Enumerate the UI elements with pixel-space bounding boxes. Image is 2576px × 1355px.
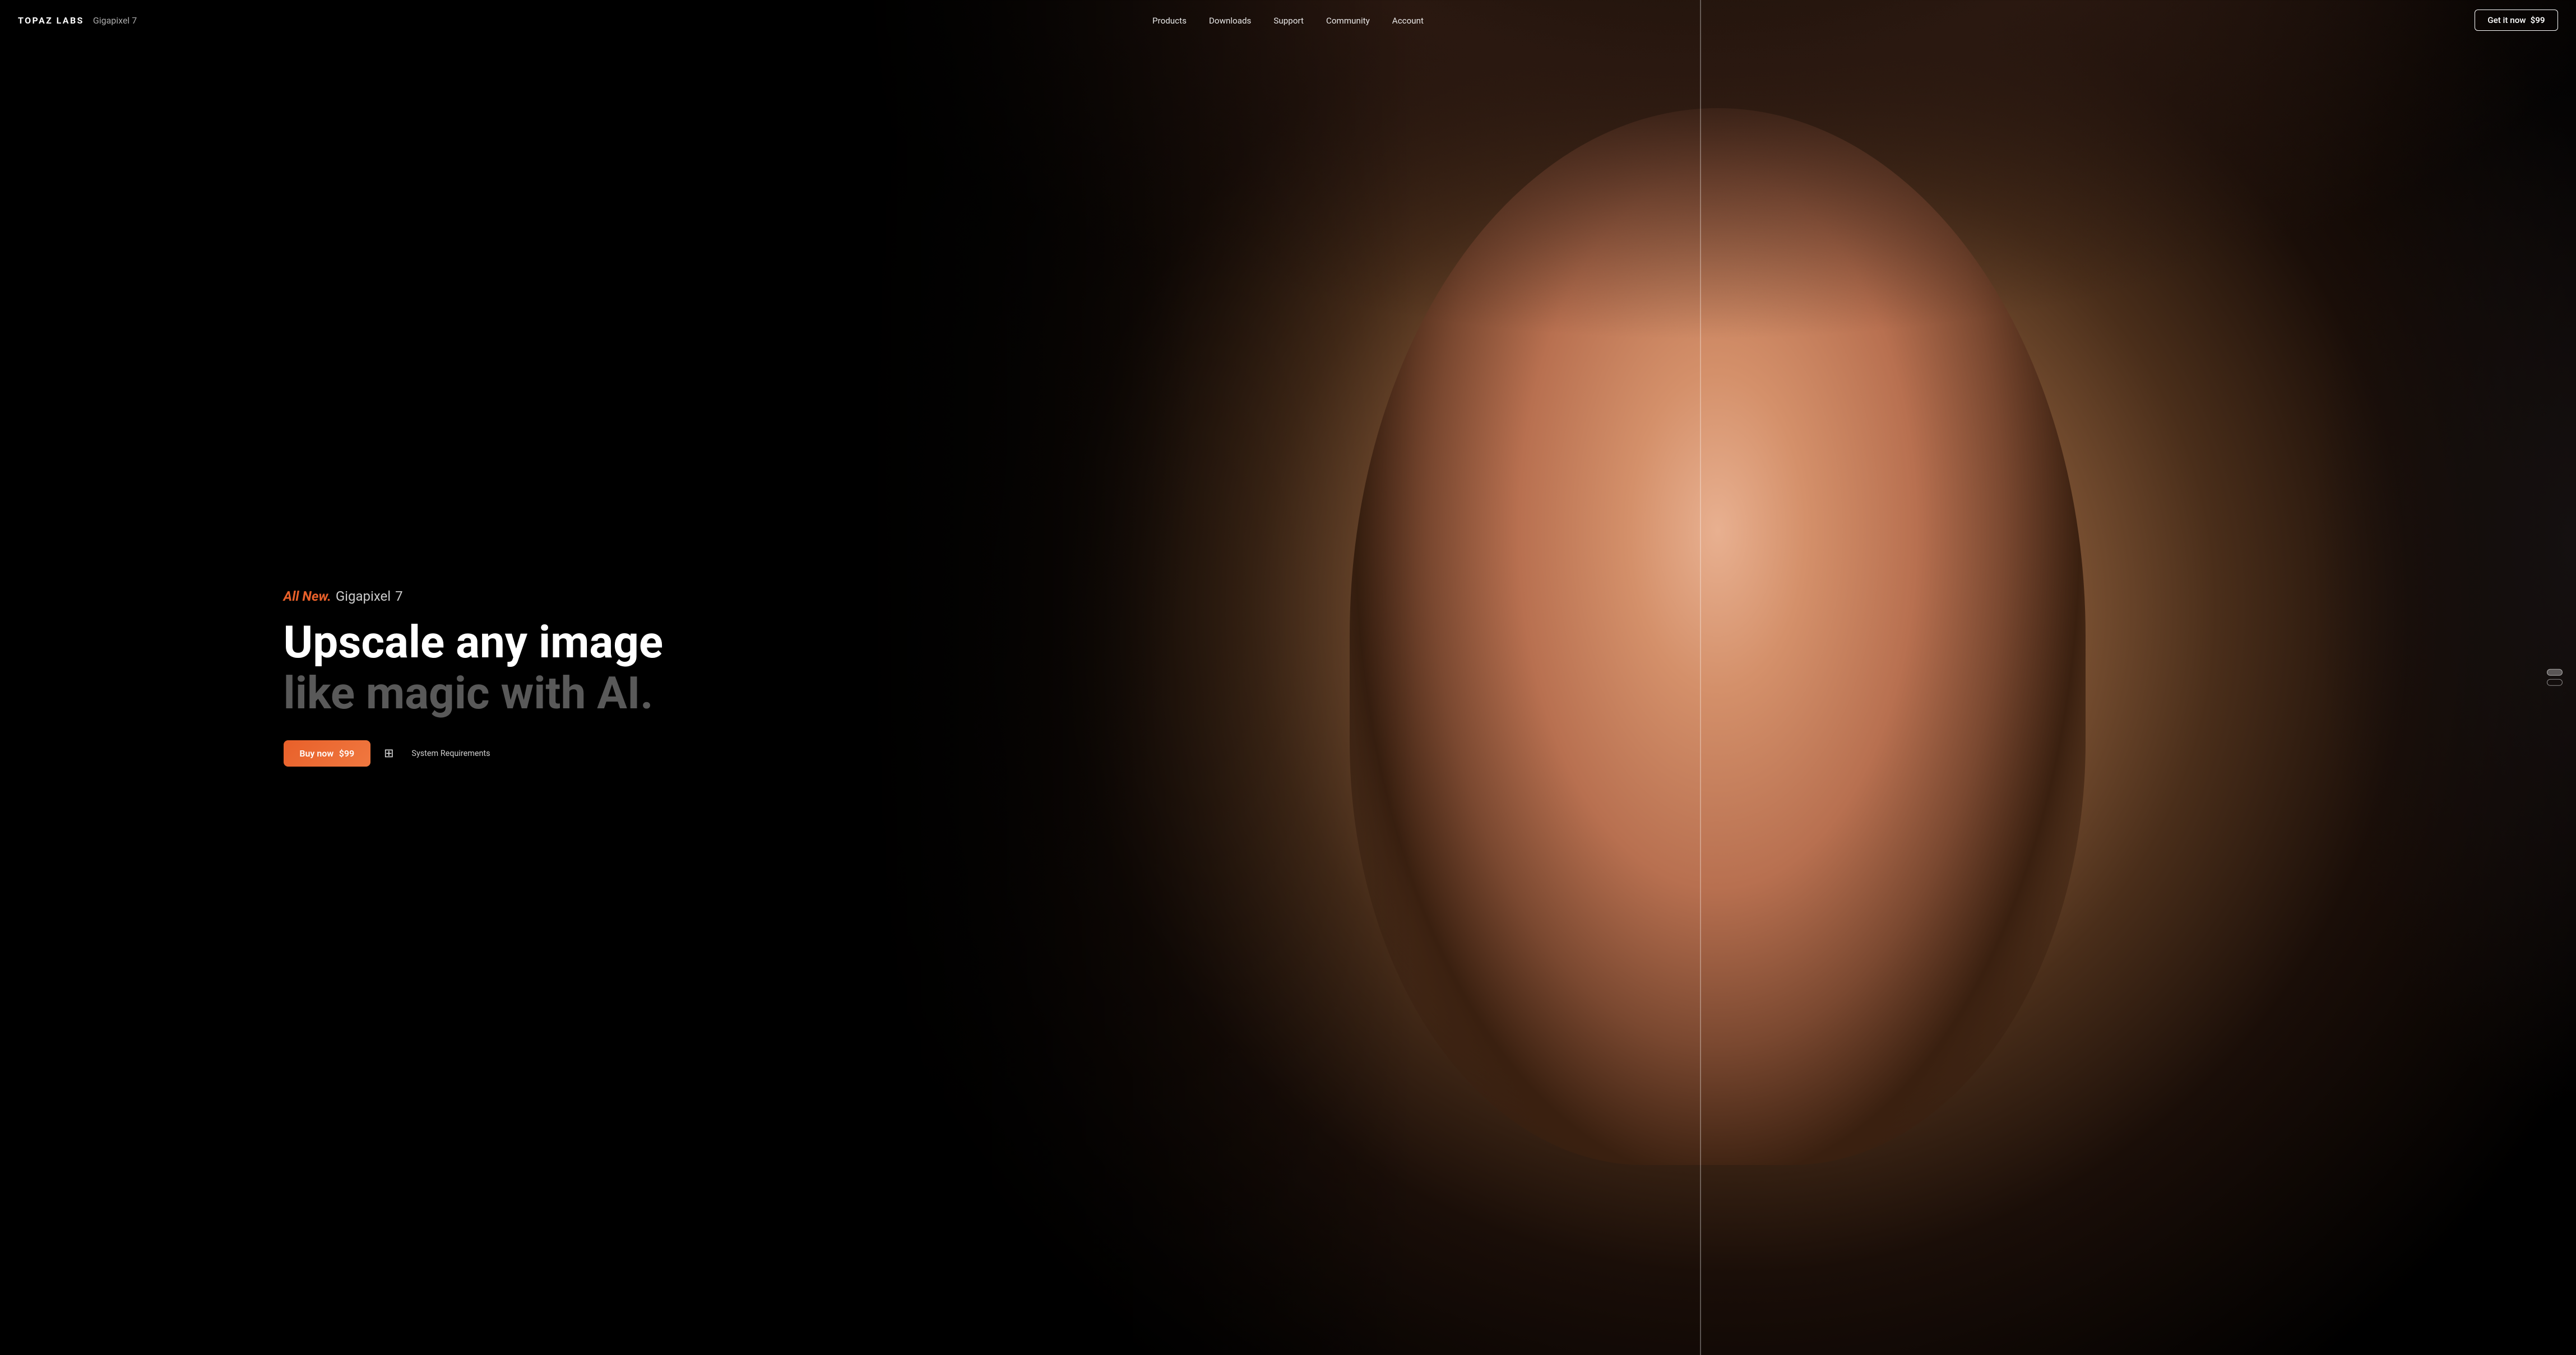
- scroll-indicators: [2547, 669, 2563, 686]
- navbar-right: Get it now $99: [2475, 10, 2558, 31]
- brand-name: TOPAZ LABS: [18, 15, 84, 26]
- hero-badge: All New. Gigapixel 7: [284, 588, 664, 604]
- hero-section: All New. Gigapixel 7 Upscale any image l…: [0, 0, 2576, 1355]
- navbar-brand: TOPAZ LABS Gigapixel 7: [18, 15, 137, 26]
- nav-link-downloads[interactable]: Downloads: [1209, 16, 1251, 26]
- hero-badge-number: 7: [395, 588, 403, 604]
- hero-content: All New. Gigapixel 7 Upscale any image l…: [0, 588, 663, 767]
- buy-label: Buy now: [299, 748, 333, 759]
- nav-link-community[interactable]: Community: [1326, 16, 1370, 26]
- nav-item-products[interactable]: Products: [1152, 15, 1187, 26]
- hero-badge-new: All New.: [284, 588, 331, 604]
- cta-price: $99: [2531, 15, 2545, 25]
- hero-badge-product: Gigapixel: [336, 588, 391, 604]
- nav-item-support[interactable]: Support: [1273, 15, 1304, 26]
- buy-price: $99: [339, 748, 354, 759]
- cta-label: Get it now: [2487, 15, 2526, 25]
- brand-product: Gigapixel 7: [93, 15, 137, 26]
- nav-item-community[interactable]: Community: [1326, 15, 1370, 26]
- nav-item-account[interactable]: Account: [1392, 15, 1424, 26]
- before-after-divider: [1700, 0, 1701, 1355]
- nav-link-products[interactable]: Products: [1152, 16, 1187, 26]
- os-icons: ⊞: [384, 746, 398, 760]
- scroll-dot-1[interactable]: [2547, 669, 2563, 676]
- hero-headline-1: Upscale any image: [284, 618, 664, 667]
- nav-link-account[interactable]: Account: [1392, 16, 1424, 26]
- get-it-now-button[interactable]: Get it now $99: [2475, 10, 2558, 31]
- buy-now-button[interactable]: Buy now $99: [284, 740, 370, 767]
- system-requirements-link[interactable]: System Requirements: [411, 749, 490, 758]
- scroll-dot-2[interactable]: [2547, 679, 2563, 686]
- nav-link-support[interactable]: Support: [1273, 16, 1304, 26]
- windows-icon: ⊞: [384, 746, 393, 760]
- hero-cta-row: Buy now $99 ⊞ System Requirements: [284, 740, 664, 767]
- hero-headline-2: like magic with AI.: [284, 669, 664, 718]
- navbar-nav: Products Downloads Support Community Acc…: [1152, 15, 1424, 26]
- navbar: TOPAZ LABS Gigapixel 7 Products Download…: [0, 0, 2576, 40]
- nav-item-downloads[interactable]: Downloads: [1209, 15, 1251, 26]
